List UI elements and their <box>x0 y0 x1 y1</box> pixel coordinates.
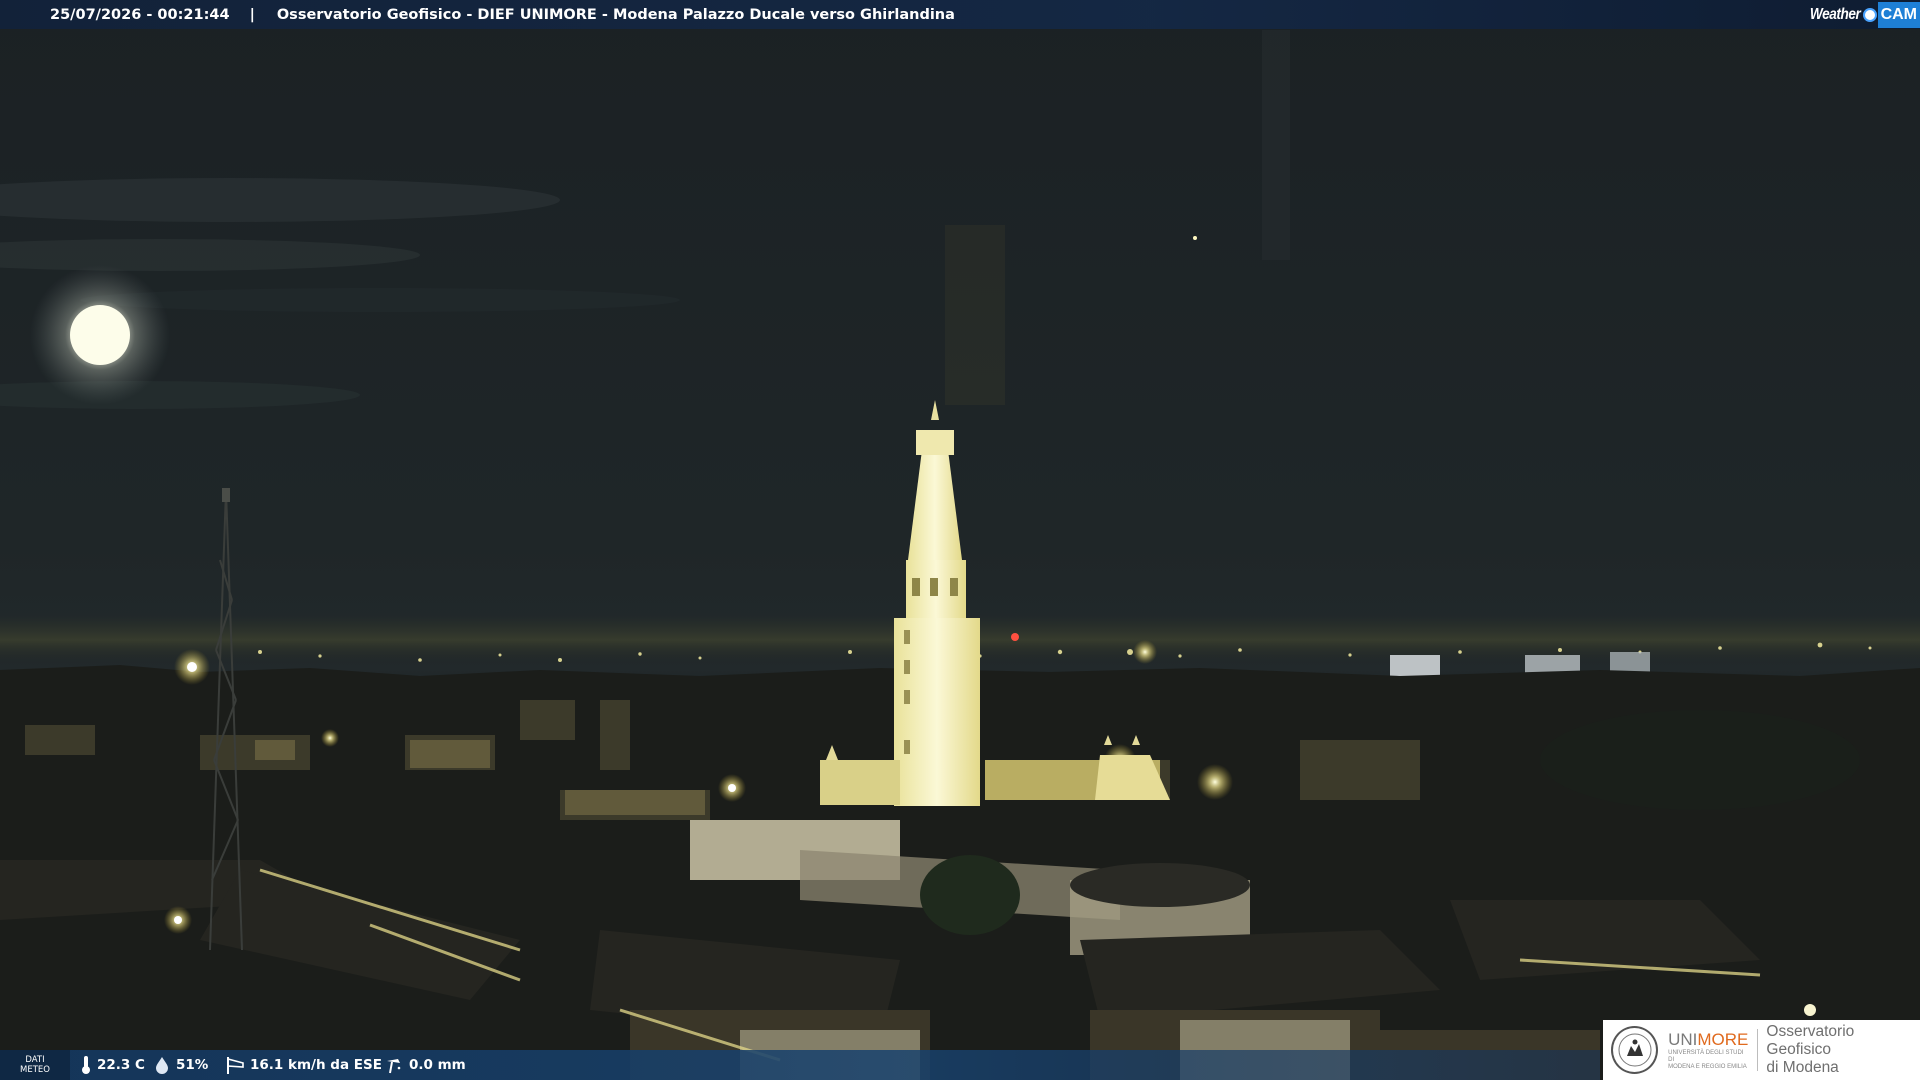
thermometer-icon <box>82 1056 90 1074</box>
weather-data-bar: DATI METEO 22.3 C 51% 16.1 km/h da ESE 0… <box>0 1050 1600 1080</box>
top-caption-bar: 25/07/2026 - 00:21:44 | Osservatorio Geo… <box>0 0 1920 29</box>
rain-gauge-icon <box>387 1059 401 1074</box>
humidity-drop-icon <box>156 1057 168 1074</box>
logo-divider <box>1757 1029 1759 1071</box>
dati-meteo-label: DATI METEO <box>0 1050 70 1080</box>
wind-sock-icon <box>227 1057 244 1074</box>
humidity-value: 51% <box>176 1057 209 1073</box>
unimore-subtitle-line2: MODENA E REGGIO EMILIA <box>1668 1063 1747 1070</box>
weathercam-logo: Weather CAM <box>1801 0 1920 29</box>
unimore-seal-icon <box>1611 1026 1659 1074</box>
caption-separator: | <box>249 6 255 23</box>
observatory-name: Osservatorio Geofisico di Modena <box>1766 1023 1920 1077</box>
rain-reading: 0.0 mm <box>384 1050 466 1080</box>
unimore-subtitle-line1: UNIVERSITÀ DEGLI STUDI DI <box>1668 1049 1744 1063</box>
dati-label-line1: DATI <box>25 1055 45 1065</box>
observatory-line2: di Modena <box>1766 1059 1839 1076</box>
unimore-prefix: UNI <box>1668 1029 1698 1049</box>
camera-caption: Osservatorio Geofisico - DIEF UNIMORE - … <box>276 6 955 23</box>
weathercam-logo-dot-icon <box>1862 7 1877 22</box>
temperature-reading: 22.3 C <box>80 1050 145 1080</box>
webcam-image <box>0 0 1920 1080</box>
dati-label-line2: METEO <box>20 1065 50 1075</box>
weathercam-logo-weather: Weather <box>1810 5 1861 23</box>
unimore-suffix: MORE <box>1697 1029 1749 1049</box>
unimore-wordmark: UNIMORE UNIVERSITÀ DEGLI STUDI DI MODENA… <box>1668 1030 1749 1071</box>
observatory-line1: Osservatorio Geofisico <box>1766 1023 1855 1058</box>
temperature-value: 22.3 C <box>97 1057 145 1073</box>
humidity-reading: 51% <box>153 1050 208 1080</box>
timestamp: 25/07/2026 - 00:21:44 <box>50 6 230 23</box>
rain-value: 0.0 mm <box>409 1057 466 1073</box>
wind-reading: 16.1 km/h da ESE <box>225 1050 382 1080</box>
wind-value: 16.1 km/h da ESE <box>250 1057 382 1073</box>
weathercam-logo-cam: CAM <box>1877 1 1920 28</box>
unimore-logo-panel: UNIMORE UNIVERSITÀ DEGLI STUDI DI MODENA… <box>1603 1020 1920 1080</box>
